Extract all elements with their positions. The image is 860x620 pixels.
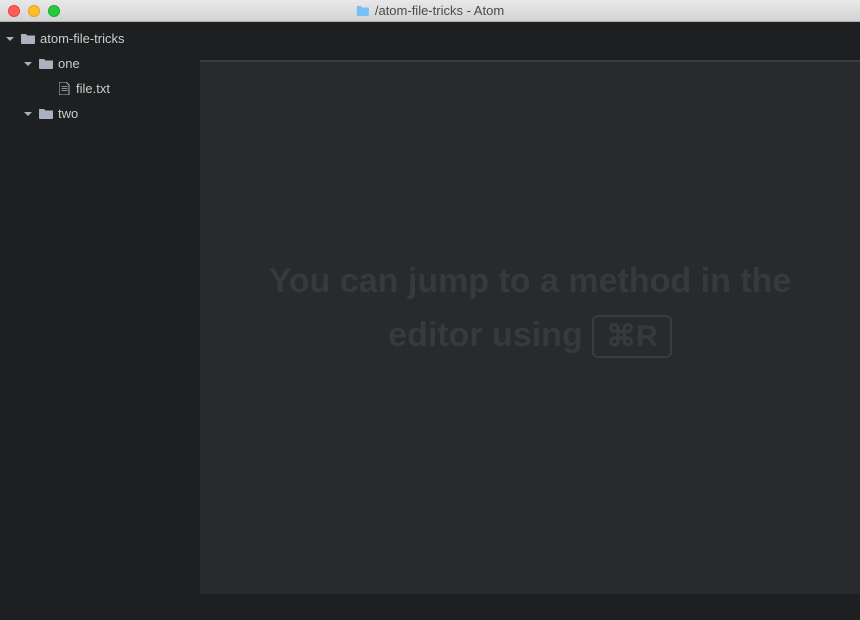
tree-root[interactable]: atom-file-tricks [0,26,200,51]
titlebar-title-wrap: /atom-file-tricks - Atom [356,3,504,18]
tree-file-file-txt[interactable]: file.txt [0,76,200,101]
folder-icon [356,5,370,16]
tree-root-label: atom-file-tricks [40,31,125,46]
tree-item-label: two [58,106,78,121]
maximize-button[interactable] [48,5,60,17]
folder-icon [37,108,55,119]
file-icon [55,82,73,95]
tree-folder-two[interactable]: two [0,101,200,126]
editor-content[interactable]: You can jump to a method in the editor u… [200,62,860,594]
minimize-button[interactable] [28,5,40,17]
titlebar-title: /atom-file-tricks - Atom [375,3,504,18]
editor-area: You can jump to a method in the editor u… [200,22,860,620]
tree-view[interactable]: atom-file-tricks one file.txt [0,22,200,620]
keyboard-shortcut: ⌘R [592,315,672,358]
chevron-down-icon [22,60,34,68]
status-bar [200,594,860,620]
folder-icon [37,58,55,69]
tree-item-label: file.txt [76,81,110,96]
editor-hint: You can jump to a method in the editor u… [200,254,860,363]
chevron-down-icon [4,35,16,43]
tree-item-label: one [58,56,80,71]
tree-folder-one[interactable]: one [0,51,200,76]
titlebar: /atom-file-tricks - Atom [0,0,860,22]
workspace: atom-file-tricks one file.txt [0,22,860,620]
close-button[interactable] [8,5,20,17]
folder-icon [19,33,37,44]
window-controls [0,5,60,17]
chevron-down-icon [22,110,34,118]
tab-bar[interactable] [200,22,860,62]
hint-prefix: You can jump to a method in the editor u… [269,262,792,354]
